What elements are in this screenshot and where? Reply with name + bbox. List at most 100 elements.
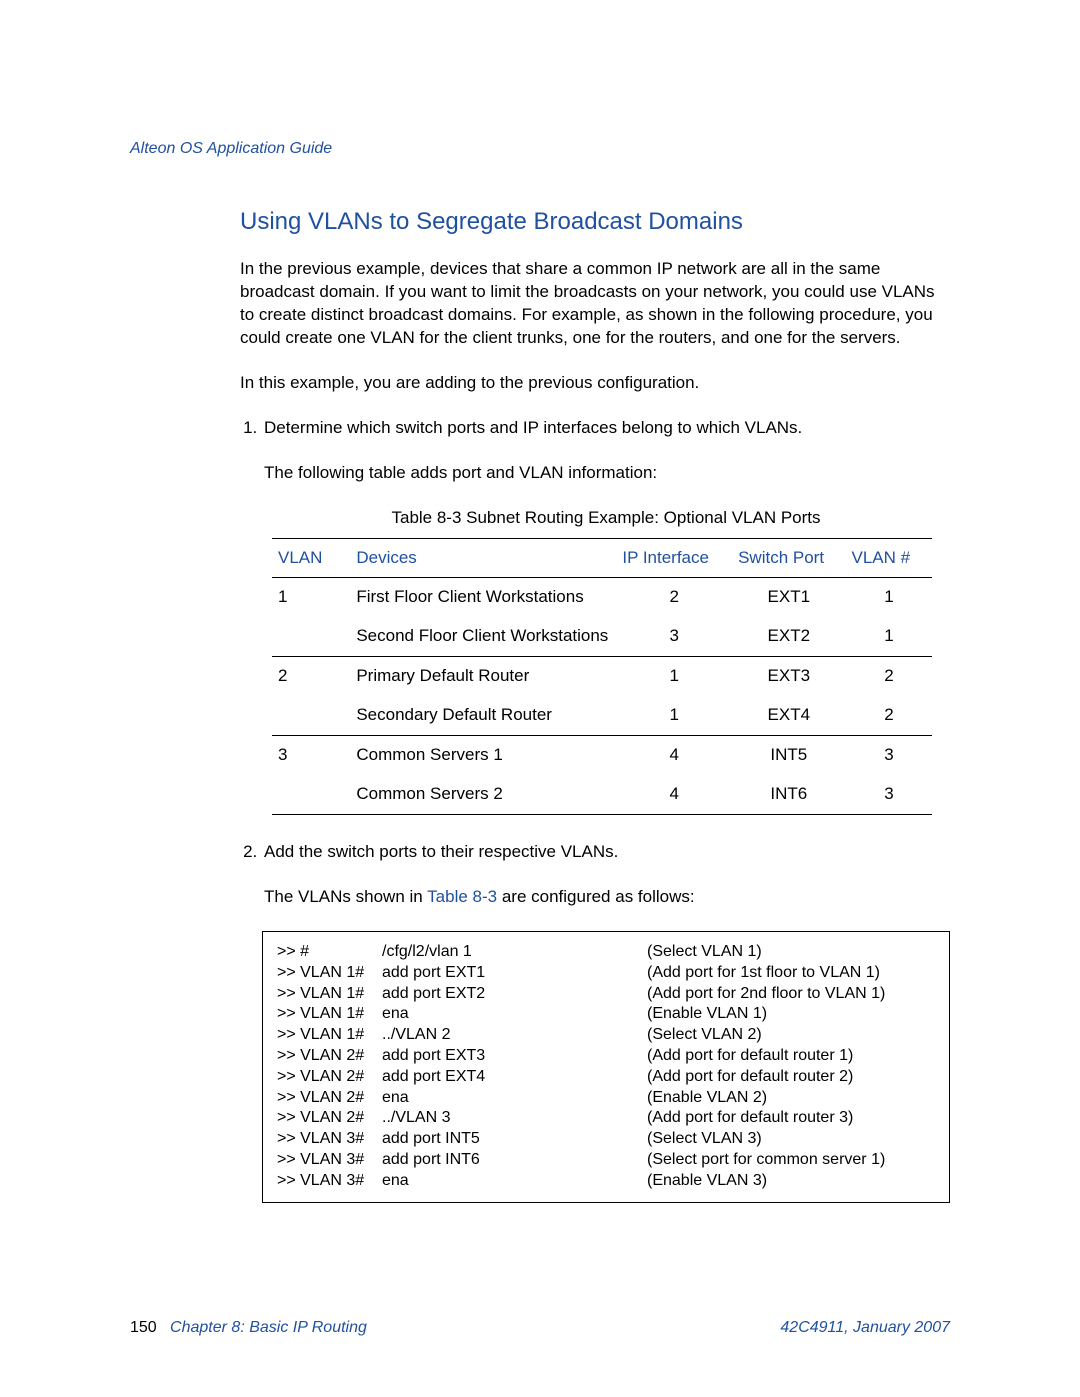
cfg-prompt: >> VLAN 1# — [277, 963, 382, 984]
cfg-desc: (Select VLAN 1) — [647, 942, 935, 963]
config-row: >> VLAN 2#add port EXT4(Add port for def… — [277, 1067, 935, 1088]
table-row: 3 Common Servers 1 4 INT5 3 — [272, 736, 932, 775]
step-2-intro-pre: The VLANs shown in — [264, 887, 427, 906]
th-port: Switch Port — [732, 538, 845, 578]
cfg-desc: (Add port for 2nd floor to VLAN 1) — [647, 984, 935, 1005]
cell-ip: 2 — [616, 578, 732, 617]
cfg-prompt: >> VLAN 1# — [277, 1025, 382, 1046]
cfg-cmd: add port EXT2 — [382, 984, 647, 1005]
th-vlan: VLAN — [272, 538, 350, 578]
table-row: 2 Primary Default Router 1 EXT3 2 — [272, 657, 932, 696]
cell-ip: 1 — [616, 696, 732, 735]
cfg-prompt: >> VLAN 1# — [277, 1004, 382, 1025]
cfg-prompt: >> VLAN 3# — [277, 1150, 382, 1171]
th-devices: Devices — [350, 538, 616, 578]
cfg-cmd: add port EXT4 — [382, 1067, 647, 1088]
footer: 150 Chapter 8: Basic IP Routing 42C4911,… — [130, 1319, 950, 1337]
footer-left: 150 Chapter 8: Basic IP Routing — [130, 1319, 367, 1337]
config-row: >> VLAN 3#add port INT5(Select VLAN 3) — [277, 1129, 935, 1150]
running-header: Alteon OS Application Guide — [130, 140, 950, 158]
config-row: >> VLAN 3#ena(Enable VLAN 3) — [277, 1171, 935, 1192]
step-1-intro: The following table adds port and VLAN i… — [264, 462, 950, 485]
cfg-desc: (Enable VLAN 3) — [647, 1171, 935, 1192]
config-row: >> VLAN 1#../VLAN 2(Select VLAN 2) — [277, 1025, 935, 1046]
doc-id: 42C4911, January 2007 — [780, 1319, 950, 1337]
cfg-cmd: add port INT6 — [382, 1150, 647, 1171]
doc-title: Alteon OS Application Guide — [130, 140, 332, 157]
cell-vlan: 3 — [272, 736, 350, 775]
cfg-desc: (Add port for default router 2) — [647, 1067, 935, 1088]
cfg-cmd: /cfg/l2/vlan 1 — [382, 942, 647, 963]
chapter-ref: Chapter 8: Basic IP Routing — [170, 1319, 367, 1336]
section-heading: Using VLANs to Segregate Broadcast Domai… — [240, 208, 950, 236]
body: Using VLANs to Segregate Broadcast Domai… — [240, 208, 950, 1203]
table-row: 1 First Floor Client Workstations 2 EXT1… — [272, 578, 932, 617]
cell-num: 2 — [846, 657, 933, 696]
cell-num: 2 — [846, 696, 933, 735]
page: Alteon OS Application Guide Using VLANs … — [0, 0, 1080, 1397]
cfg-desc: (Enable VLAN 2) — [647, 1088, 935, 1109]
cfg-prompt: >> VLAN 2# — [277, 1108, 382, 1129]
cell-port: INT6 — [732, 775, 845, 814]
config-row: >> VLAN 1#ena(Enable VLAN 1) — [277, 1004, 935, 1025]
cfg-desc: (Select VLAN 2) — [647, 1025, 935, 1046]
th-ip: IP Interface — [616, 538, 732, 578]
vlan-table: VLAN Devices IP Interface Switch Port VL… — [272, 538, 932, 816]
cell-port: EXT3 — [732, 657, 845, 696]
cfg-cmd: ena — [382, 1088, 647, 1109]
cell-port: EXT2 — [732, 617, 845, 656]
cell-num: 1 — [846, 617, 933, 656]
cfg-desc: (Enable VLAN 1) — [647, 1004, 935, 1025]
cell-devices: Common Servers 1 — [350, 736, 616, 775]
step-1: Determine which switch ports and IP inte… — [262, 417, 950, 815]
step-2-intro-post: are configured as follows: — [497, 887, 695, 906]
config-row: >> VLAN 2#../VLAN 3(Add port for default… — [277, 1108, 935, 1129]
cfg-prompt: >> # — [277, 942, 382, 963]
cfg-cmd: add port INT5 — [382, 1129, 647, 1150]
cell-devices: Second Floor Client Workstations — [350, 617, 616, 656]
cell-port: EXT1 — [732, 578, 845, 617]
cfg-cmd: add port EXT3 — [382, 1046, 647, 1067]
cfg-prompt: >> VLAN 3# — [277, 1171, 382, 1192]
table-row: Secondary Default Router 1 EXT4 2 — [272, 696, 932, 735]
step-1-title: Determine which switch ports and IP inte… — [264, 417, 950, 440]
cfg-cmd: ena — [382, 1171, 647, 1192]
cell-num: 1 — [846, 578, 933, 617]
cell-devices: Common Servers 2 — [350, 775, 616, 814]
config-row: >> VLAN 1#add port EXT1(Add port for 1st… — [277, 963, 935, 984]
cfg-desc: (Select port for common server 1) — [647, 1150, 935, 1171]
cfg-prompt: >> VLAN 2# — [277, 1088, 382, 1109]
cell-devices: Secondary Default Router — [350, 696, 616, 735]
table-caption: Table 8-3 Subnet Routing Example: Option… — [262, 507, 950, 530]
cell-num: 3 — [846, 736, 933, 775]
cfg-cmd: add port EXT1 — [382, 963, 647, 984]
cfg-desc: (Add port for default router 1) — [647, 1046, 935, 1067]
table-row: Common Servers 2 4 INT6 3 — [272, 775, 932, 814]
cell-ip: 3 — [616, 617, 732, 656]
cfg-desc: (Add port for default router 3) — [647, 1108, 935, 1129]
cell-vlan — [272, 696, 350, 735]
config-box: >> #/cfg/l2/vlan 1(Select VLAN 1) >> VLA… — [262, 931, 950, 1203]
table-row: Second Floor Client Workstations 3 EXT2 … — [272, 617, 932, 656]
table-ref-link[interactable]: Table 8-3 — [427, 887, 497, 906]
cell-num: 3 — [846, 775, 933, 814]
steps-list: Determine which switch ports and IP inte… — [240, 417, 950, 909]
page-number: 150 — [130, 1319, 157, 1336]
cfg-cmd: ../VLAN 2 — [382, 1025, 647, 1046]
cfg-prompt: >> VLAN 1# — [277, 984, 382, 1005]
cfg-prompt: >> VLAN 2# — [277, 1046, 382, 1067]
th-num: VLAN # — [846, 538, 933, 578]
paragraph-1: In the previous example, devices that sh… — [240, 258, 950, 350]
step-2-intro: The VLANs shown in Table 8-3 are configu… — [264, 886, 950, 909]
cell-vlan — [272, 775, 350, 814]
config-row: >> VLAN 1#add port EXT2(Add port for 2nd… — [277, 984, 935, 1005]
step-2: Add the switch ports to their respective… — [262, 841, 950, 909]
config-row: >> VLAN 3#add port INT6(Select port for … — [277, 1150, 935, 1171]
step-2-title: Add the switch ports to their respective… — [264, 841, 950, 864]
cell-ip: 4 — [616, 736, 732, 775]
cfg-prompt: >> VLAN 3# — [277, 1129, 382, 1150]
cell-port: INT5 — [732, 736, 845, 775]
cell-ip: 1 — [616, 657, 732, 696]
cfg-desc: (Add port for 1st floor to VLAN 1) — [647, 963, 935, 984]
paragraph-2: In this example, you are adding to the p… — [240, 372, 950, 395]
